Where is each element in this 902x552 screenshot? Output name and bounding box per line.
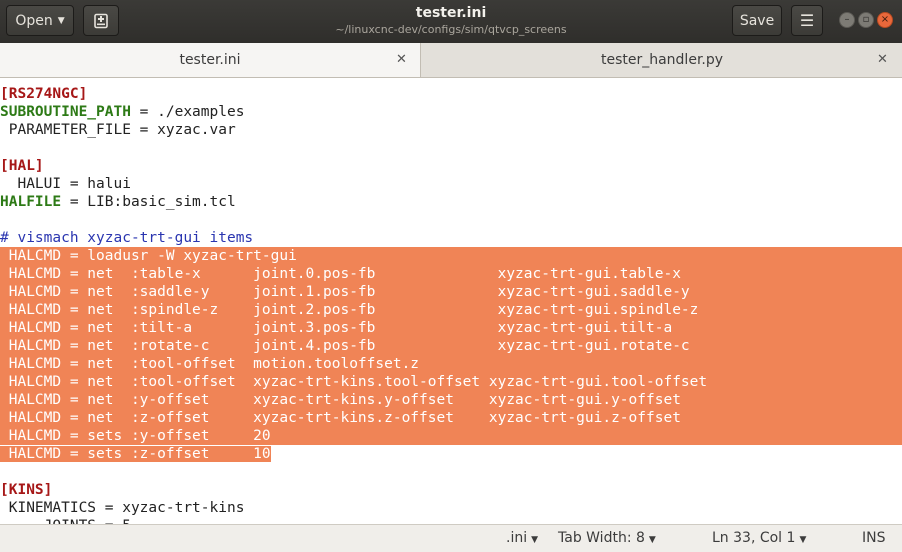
insert-document-button[interactable] [83,5,119,36]
code-token: [HAL] [0,158,44,174]
code-token: PARAMETER_FILE = xyzac.var [0,122,236,138]
code-line: HALCMD = sets :y-offset 20 [0,427,902,445]
code-token: HALCMD = net :tool-offset motion.tooloff… [0,356,420,372]
code-line: HALCMD = loadusr -W xyzac-trt-gui [0,247,902,265]
caret-down-icon: ▼ [648,535,656,545]
code-line: HALCMD = net :spindle-z joint.2.pos-fb x… [0,301,902,319]
close-icon[interactable]: ✕ [877,52,888,67]
tab-label: tester.ini [179,52,241,68]
code-token: HALCMD = loadusr -W xyzac-trt-gui [0,248,297,264]
tab-tester-ini[interactable]: tester.ini ✕ [0,43,421,77]
code-line: JOINTS = 5 [0,517,902,524]
code-line: PARAMETER_FILE = xyzac.var [0,121,902,139]
code-line: HALCMD = sets :z-offset 10 [0,445,902,463]
code-token: = LIB:basic_sim.tcl [61,194,236,210]
code-line: HALCMD = net :tilt-a joint.3.pos-fb xyza… [0,319,902,337]
caret-down-icon: ▼ [531,535,539,545]
code-token: [RS274NGC] [0,86,88,102]
code-token: HALCMD = net :table-x joint.0.pos-fb xyz… [0,266,681,282]
code-token: HALCMD = net :z-offset xyzac-trt-kins.z-… [0,410,681,426]
editor-lines: [RS274NGC] SUBROUTINE_PATH = ./examples P… [0,85,902,524]
code-token: HALCMD = net :y-offset xyzac-trt-kins.y-… [0,392,681,408]
language-selector[interactable]: .ini ▼ [506,530,538,546]
menu-button[interactable]: ☰ [791,5,823,36]
open-button[interactable]: Open ▼ [6,5,74,36]
maximize-icon: ▫ [862,14,870,25]
code-token: = ./examples [130,104,245,120]
close-window-button[interactable]: × [877,12,893,28]
tab-label: tester_handler.py [600,52,724,68]
open-button-label: Open [15,12,53,29]
code-token: HALCMD = net :tilt-a joint.3.pos-fb xyza… [0,320,673,336]
tab-width-label: Tab Width: 8 [558,530,645,546]
code-line: KINEMATICS = xyzac-trt-kins [0,499,902,517]
tab-bar: tester.ini ✕ tester_handler.py ✕ [0,43,902,78]
header-bar: Open ▼ tester.ini ~/linuxcnc-dev/configs… [0,0,902,43]
tab-width-selector[interactable]: Tab Width: 8 ▼ [558,530,656,546]
minimize-button[interactable]: – [839,12,855,28]
tab-tester-handler-py[interactable]: tester_handler.py ✕ [422,43,902,77]
code-token: HALFILE [0,194,62,210]
code-line: SUBROUTINE_PATH = ./examples [0,103,902,121]
code-line: # vismach xyzac-trt-gui items [0,229,902,247]
code-token: HALCMD = sets :y-offset 20 [0,428,271,444]
code-token: HALCMD = net :tool-offset xyzac-trt-kins… [0,374,708,390]
code-token: HALCMD = net :rotate-c joint.4.pos-fb xy… [0,338,690,354]
document-insert-icon [94,13,108,28]
code-line: [KINS] [0,481,902,499]
window-title-area: tester.ini ~/linuxcnc-dev/configs/sim/qt… [300,4,602,37]
cursor-position-label: Ln 33, Col 1 [712,530,796,546]
code-token: KINEMATICS = xyzac-trt-kins [0,500,245,516]
code-line: [HAL] [0,157,902,175]
close-icon: × [880,14,890,25]
code-line: HALCMD = net :saddle-y joint.1.pos-fb xy… [0,283,902,301]
code-line: HALCMD = net :table-x joint.0.pos-fb xyz… [0,265,902,283]
code-line: HALCMD = net :y-offset xyzac-trt-kins.y-… [0,391,902,409]
insert-mode-indicator: INS [862,530,886,546]
minimize-icon: – [844,14,850,25]
close-icon[interactable]: ✕ [396,52,407,67]
text-editor[interactable]: [RS274NGC] SUBROUTINE_PATH = ./examples P… [0,78,902,524]
code-line: HALCMD = net :tool-offset xyzac-trt-kins… [0,373,902,391]
code-line: HALUI = halui [0,175,902,193]
code-token: SUBROUTINE_PATH [0,104,131,120]
caret-down-icon: ▼ [799,535,807,545]
caret-down-icon: ▼ [57,15,65,26]
save-button[interactable]: Save [732,5,782,36]
code-token: HALCMD = net :saddle-y joint.1.pos-fb xy… [0,284,690,300]
window-title: tester.ini [415,5,487,21]
code-token: [KINS] [0,482,53,498]
status-bar: .ini ▼ Tab Width: 8 ▼ Ln 33, Col 1 ▼ INS [0,524,902,552]
code-token: HALUI = halui [0,176,131,192]
code-line: [RS274NGC] [0,85,902,103]
code-line: HALCMD = net :tool-offset motion.tooloff… [0,355,902,373]
cursor-position-selector[interactable]: Ln 33, Col 1 ▼ [712,530,806,546]
hamburger-icon: ☰ [799,11,815,30]
maximize-button[interactable]: ▫ [858,12,874,28]
code-line: HALFILE = LIB:basic_sim.tcl [0,193,902,211]
code-token: HALCMD = net :spindle-z joint.2.pos-fb x… [0,302,699,318]
code-token: HALCMD = sets :z-offset 10 [0,446,271,462]
code-token: # vismach xyzac-trt-gui items [0,230,254,246]
language-label: .ini [506,530,528,546]
window-subtitle: ~/linuxcnc-dev/configs/sim/qtvcp_screens [335,23,567,36]
code-line: HALCMD = net :z-offset xyzac-trt-kins.z-… [0,409,902,427]
code-line: HALCMD = net :rotate-c joint.4.pos-fb xy… [0,337,902,355]
